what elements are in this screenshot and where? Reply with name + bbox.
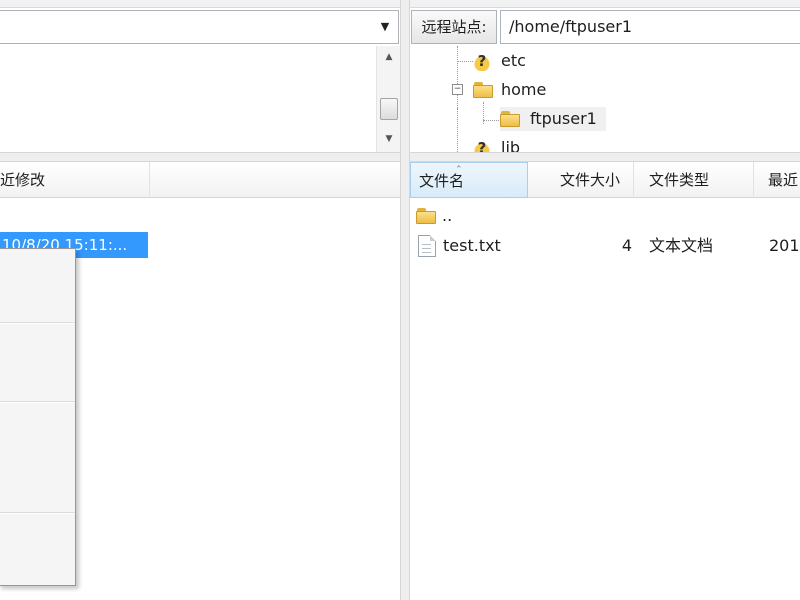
tree-guide-line <box>457 46 458 108</box>
menu-separator <box>0 512 75 514</box>
column-header-modified[interactable]: 近修改 <box>0 162 150 198</box>
folder-icon <box>500 111 520 127</box>
unknown-folder-icon: ? <box>473 138 491 152</box>
file-type: 文本文档 <box>649 236 714 255</box>
chevron-down-icon[interactable]: ▼ <box>378 20 392 34</box>
remote-file-list[interactable]: .. test.txt 4 文本文档 201 <box>410 198 800 600</box>
list-item-test-txt[interactable]: test.txt 4 文本文档 201 <box>410 232 800 260</box>
remote-horizontal-splitter[interactable] <box>410 152 800 162</box>
tree-guide-line <box>457 61 473 62</box>
local-list-header: 近修改 <box>0 162 400 198</box>
list-item-parent-dir[interactable]: .. <box>410 202 800 230</box>
menu-separator <box>0 322 75 324</box>
file-name: .. <box>442 206 453 225</box>
tree-item-label: ftpuser1 <box>530 109 597 128</box>
remote-site-label: 远程站点: <box>411 10 497 44</box>
column-header-filetype[interactable]: 文件类型 <box>634 162 754 198</box>
file-size: 4 <box>621 236 632 255</box>
local-tree-scrollbar[interactable]: ▲ ▼ <box>376 46 400 152</box>
scroll-thumb[interactable] <box>380 98 398 120</box>
remote-directory-tree[interactable]: ? etc − home ftpuser1 ? lib <box>410 46 800 152</box>
column-header-lastmodified[interactable]: 最近 <box>754 162 800 198</box>
file-modified: 201 <box>769 236 800 255</box>
sort-asc-icon: ⌃ <box>455 165 463 175</box>
menu-separator <box>0 401 75 403</box>
local-horizontal-splitter[interactable] <box>0 152 400 162</box>
tree-item-label: home <box>501 80 547 99</box>
folder-icon <box>416 208 436 224</box>
remote-list-header: ⌃ 文件名 文件大小 文件类型 最近 <box>410 162 800 198</box>
scroll-up-icon[interactable]: ▲ <box>381 50 397 64</box>
column-header-filesize[interactable]: 文件大小 <box>528 162 634 198</box>
tree-item-label: etc <box>501 51 526 70</box>
local-directory-tree[interactable] <box>0 46 376 152</box>
scroll-down-icon[interactable]: ▼ <box>381 132 397 146</box>
column-header-empty <box>150 162 400 198</box>
collapse-toggle-icon[interactable]: − <box>452 84 463 95</box>
tree-item-ftpuser1[interactable]: ftpuser1 <box>500 107 606 131</box>
tree-item-label: lib <box>501 138 521 152</box>
file-name: test.txt <box>443 236 501 255</box>
tree-guide-line <box>457 108 458 152</box>
text-file-icon <box>418 235 436 257</box>
vertical-splitter[interactable] <box>400 0 410 600</box>
unknown-folder-icon: ? <box>473 51 491 71</box>
folder-open-icon <box>473 82 493 98</box>
context-menu[interactable] <box>0 248 76 586</box>
local-path-dropdown[interactable]: ▼ <box>0 10 399 44</box>
column-header-filename[interactable]: ⌃ 文件名 <box>410 162 528 198</box>
tree-guide-line <box>483 120 501 121</box>
remote-path-input[interactable]: /home/ftpuser1 <box>500 10 800 44</box>
